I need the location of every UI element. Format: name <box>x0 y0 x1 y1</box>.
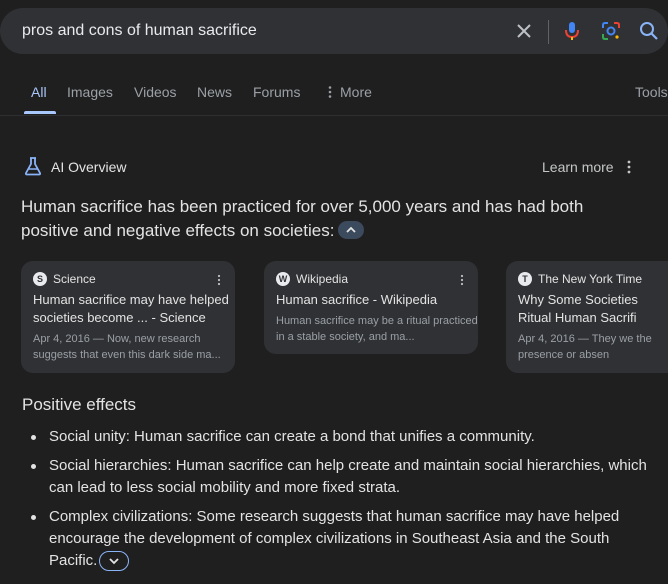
tab-images[interactable]: Images <box>67 84 113 100</box>
learn-more-link[interactable]: Learn more <box>542 159 614 175</box>
search-bar[interactable]: pros and cons of human sacrifice <box>0 8 668 54</box>
tab-more[interactable]: More <box>326 84 372 100</box>
search-tabs: All Images Videos News Forums More Tools <box>0 80 668 116</box>
chevron-up-icon <box>346 226 357 233</box>
wikipedia-favicon-icon: W <box>276 272 290 286</box>
source-card-science[interactable]: S Science Human sacrifice may have helpe… <box>21 261 235 373</box>
source-snippet: Human sacrifice may be a ritual practice… <box>276 315 478 343</box>
ai-overview-header: AI Overview Learn more <box>22 156 652 180</box>
mic-icon[interactable] <box>561 20 583 42</box>
tab-forums[interactable]: Forums <box>253 84 300 100</box>
lens-icon[interactable] <box>600 20 622 42</box>
more-vert-icon <box>328 86 332 98</box>
summary-text: Human sacrifice has been practiced for o… <box>21 197 584 240</box>
flask-icon <box>24 156 42 181</box>
bullet-dot <box>31 464 36 469</box>
searchbar-divider <box>548 20 549 44</box>
section-heading: Positive effects <box>22 395 137 414</box>
search-icon[interactable] <box>638 20 660 42</box>
tab-all[interactable]: All <box>31 84 47 100</box>
ai-overview-menu-icon[interactable] <box>626 158 632 176</box>
tab-news[interactable]: News <box>197 84 232 100</box>
chevron-down-icon <box>109 558 119 565</box>
tab-videos[interactable]: Videos <box>134 84 177 100</box>
science-favicon-icon: S <box>33 272 47 286</box>
bullet-text: Social unity: Human sacrifice can create… <box>49 428 535 445</box>
ai-overview-title: AI Overview <box>51 159 127 175</box>
source-title: Human sacrifice may have helped societie… <box>33 292 229 325</box>
ai-overview-summary: Human sacrifice has been practiced for o… <box>21 195 641 243</box>
source-title: Why Some Societies Ritual Human Sacrifi <box>518 292 638 325</box>
list-item: Complex civilizations: Some research sug… <box>28 506 648 572</box>
list-item: Social unity: Human sacrifice can create… <box>28 426 648 448</box>
bullet-dot <box>31 435 36 440</box>
source-snippet: Apr 4, 2016 — They we the presence or ab… <box>518 333 652 361</box>
list-item: Social hierarchies: Human sacrifice can … <box>28 455 648 499</box>
tab-tools[interactable]: Tools <box>635 84 668 100</box>
collapse-sources-button[interactable] <box>338 221 365 239</box>
card-menu-icon[interactable] <box>217 273 221 287</box>
bullet-dot <box>31 515 36 520</box>
source-card-wikipedia[interactable]: W Wikipedia Human sacrifice - Wikipedia … <box>264 261 478 354</box>
nytimes-favicon-icon: T <box>518 272 532 286</box>
card-menu-icon[interactable] <box>460 273 464 287</box>
source-title: Human sacrifice - Wikipedia <box>276 292 438 307</box>
bullet-text: Complex civilizations: Some research sug… <box>49 508 620 569</box>
active-tab-indicator <box>24 111 56 114</box>
source-name: Science <box>53 272 96 286</box>
tab-more-label: More <box>340 84 372 100</box>
positive-effects-list: Social unity: Human sacrifice can create… <box>28 426 648 579</box>
tabs-divider <box>0 115 668 116</box>
bullet-text: Social hierarchies: Human sacrifice can … <box>49 457 647 496</box>
source-snippet: Apr 4, 2016 — Now, new research suggests… <box>33 333 221 361</box>
source-name: Wikipedia <box>296 272 349 286</box>
source-name: The New York Time <box>538 272 643 286</box>
source-card-nytimes[interactable]: T The New York Time Why Some Societies R… <box>506 261 668 373</box>
expand-citation-button[interactable] <box>99 551 130 571</box>
search-input[interactable]: pros and cons of human sacrifice <box>22 22 257 40</box>
close-icon[interactable] <box>513 20 535 42</box>
